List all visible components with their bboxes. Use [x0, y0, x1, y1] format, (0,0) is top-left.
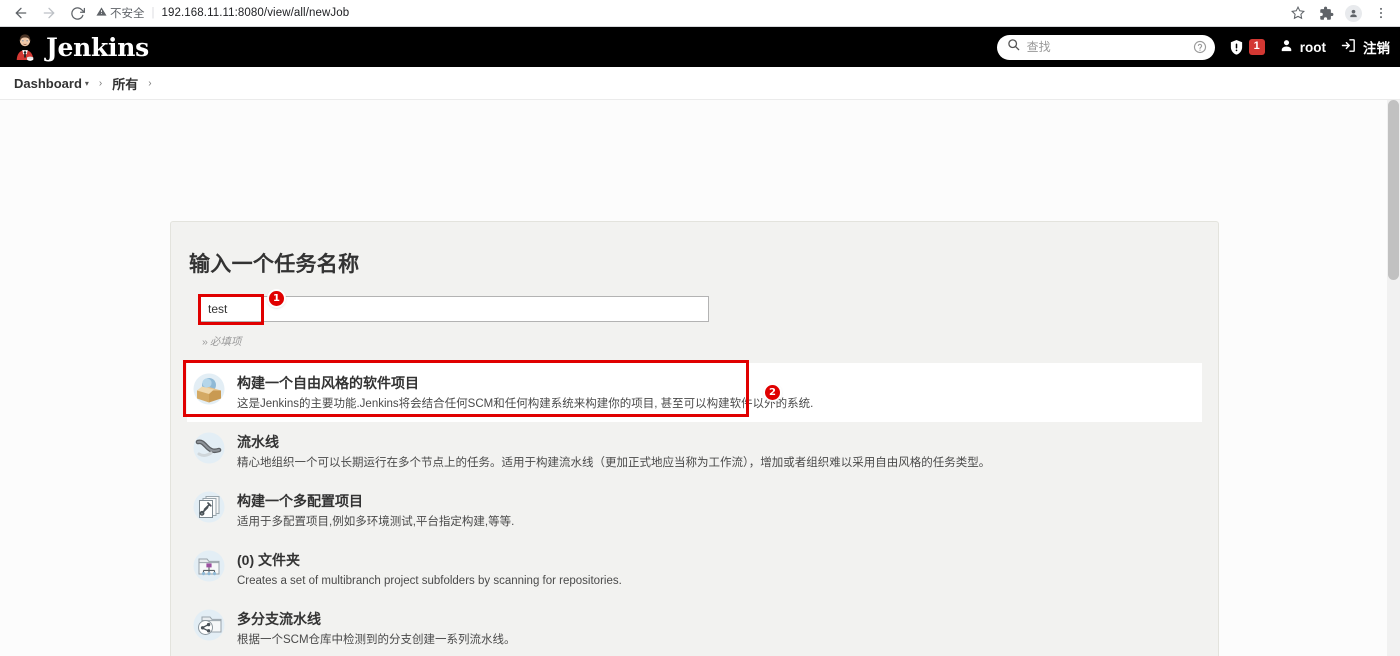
shield-exclamation-icon: [1229, 39, 1244, 56]
job-type-description: 适用于多配置项目,例如多环境测试,平台指定构建,等等.: [237, 516, 515, 529]
multibranch-pipeline-icon: [193, 609, 225, 641]
new-job-card-inner: 输入一个任务名称 1 »必填项: [171, 222, 1218, 656]
star-icon[interactable]: [1289, 4, 1307, 22]
security-status[interactable]: 不安全: [96, 5, 145, 21]
user-menu[interactable]: root: [1279, 38, 1326, 56]
job-type-title: 构建一个多配置项目: [237, 492, 363, 509]
search-box[interactable]: [996, 34, 1215, 60]
job-type-multibranch-pipeline-text: 多分支流水线 根据一个SCM仓库中检测到的分支创建一系列流水线。: [237, 608, 1198, 649]
profile-avatar-icon[interactable]: [1345, 4, 1362, 22]
required-hint-chevron: »: [202, 336, 208, 348]
warning-triangle-icon: [96, 6, 107, 20]
reload-icon[interactable]: [64, 2, 90, 24]
browser-actions: [1289, 4, 1392, 22]
job-type-multiconfiguration-text: 构建一个多配置项目 适用于多配置项目,例如多环境测试,平台指定构建,等等.: [237, 490, 1198, 531]
browser-toolbar: 不安全 | 192.168.11.11:8080/view/all/newJob: [0, 0, 1400, 26]
job-name-row: 1: [187, 291, 1202, 332]
breadcrumb-all-label: 所有: [112, 76, 139, 92]
job-type-list: 构建一个自由风格的软件项目 这是Jenkins的主要功能.Jenkins将会结合…: [183, 360, 1202, 656]
pipeline-icon: [193, 432, 225, 464]
breadcrumb-item-dashboard[interactable]: Dashboard ▾: [14, 76, 89, 91]
breadcrumb-item-all[interactable]: 所有: [112, 74, 138, 93]
annotation-badge-2: 2: [765, 385, 780, 400]
breadcrumb-separator: ›: [98, 77, 103, 89]
help-circle-icon[interactable]: [1193, 40, 1207, 54]
job-type-organization-folder-text: (0) 文件夹 Creates a set of multibranch pro…: [237, 549, 1198, 590]
job-type-title: 多分支流水线: [237, 610, 321, 627]
page-scrollbar[interactable]: [1387, 100, 1400, 656]
organization-folder-icon: [193, 550, 225, 582]
forward-icon[interactable]: [36, 2, 62, 24]
job-type-organization-folder[interactable]: (0) 文件夹 Creates a set of multibranch pro…: [187, 540, 1202, 599]
job-type-description: 精心地组织一个可以长期运行在多个节点上的任务。适用于构建流水线（更加正式地应当称…: [237, 457, 991, 470]
breadcrumb-dashboard-label: Dashboard: [14, 75, 82, 91]
new-job-card: 输入一个任务名称 1 »必填项: [170, 221, 1219, 656]
address-bar[interactable]: 不安全 | 192.168.11.11:8080/view/all/newJob: [96, 3, 1283, 23]
page-title: 输入一个任务名称: [189, 253, 360, 276]
jenkins-header: Jenkins 1 root: [0, 27, 1400, 67]
annotation-badge-1: 1: [269, 291, 284, 306]
job-type-freestyle[interactable]: 构建一个自由风格的软件项目 这是Jenkins的主要功能.Jenkins将会结合…: [187, 363, 1202, 422]
breadcrumb-separator-2: ›: [148, 77, 152, 89]
job-type-title: (0) 文件夹: [237, 551, 300, 568]
page-body: 输入一个任务名称 1 »必填项: [0, 100, 1400, 656]
job-type-title: 构建一个自由风格的软件项目: [237, 375, 419, 391]
security-label: 不安全: [110, 8, 145, 20]
scrollbar-thumb[interactable]: [1388, 100, 1399, 280]
person-icon: [1279, 38, 1294, 56]
breadcrumb: Dashboard ▾ › 所有 ›: [0, 67, 1400, 100]
user-name-label: root: [1299, 39, 1326, 55]
job-type-multiconfiguration[interactable]: 构建一个多配置项目 适用于多配置项目,例如多环境测试,平台指定构建,等等.: [187, 481, 1202, 540]
back-icon[interactable]: [8, 2, 34, 24]
job-type-title: 流水线: [237, 433, 279, 450]
url-text: 192.168.11.11:8080/view/all/newJob: [161, 7, 350, 19]
job-type-description: 这是Jenkins的主要功能.Jenkins将会结合任何SCM和任何构建系统来构…: [237, 398, 814, 411]
multiconfiguration-project-icon: [193, 491, 225, 523]
security-warning[interactable]: 1: [1229, 39, 1265, 56]
job-type-pipeline[interactable]: 流水线 精心地组织一个可以长期运行在多个节点上的任务。适用于构建流水线（更加正式…: [187, 422, 1202, 481]
freestyle-project-icon: [193, 373, 225, 405]
required-field-hint: » 必填项: [187, 334, 1202, 349]
browser-nav-buttons: [8, 2, 90, 24]
logout-link[interactable]: 注销: [1340, 37, 1390, 57]
three-dot-menu-icon[interactable]: [1372, 4, 1390, 22]
job-type-description: 根据一个SCM仓库中检测到的分支创建一系列流水线。: [237, 634, 516, 647]
security-badge-count: 1: [1248, 39, 1265, 55]
job-type-description: Creates a set of multibranch project sub…: [237, 575, 622, 588]
logout-label: 注销: [1363, 41, 1390, 56]
logout-icon: [1340, 37, 1357, 57]
omnibox-divider: |: [151, 7, 155, 19]
jenkins-home-link[interactable]: Jenkins: [12, 33, 149, 62]
search-icon: [1007, 38, 1020, 56]
job-type-multibranch-pipeline[interactable]: 多分支流水线 根据一个SCM仓库中检测到的分支创建一系列流水线。: [187, 599, 1202, 656]
job-type-freestyle-text: 构建一个自由风格的软件项目 这是Jenkins的主要功能.Jenkins将会结合…: [237, 372, 1198, 413]
job-type-pipeline-text: 流水线 精心地组织一个可以长期运行在多个节点上的任务。适用于构建流水线（更加正式…: [237, 431, 1198, 472]
required-hint-label: 必填项: [209, 336, 242, 348]
jenkins-butler-icon: [12, 33, 38, 61]
jenkins-wordmark: Jenkins: [46, 32, 149, 62]
chevron-down-icon[interactable]: ▾: [85, 79, 89, 88]
search-input[interactable]: [1026, 40, 1186, 54]
puzzle-icon[interactable]: [1317, 4, 1335, 22]
header-right-cluster: 1 root 注销: [996, 34, 1390, 60]
